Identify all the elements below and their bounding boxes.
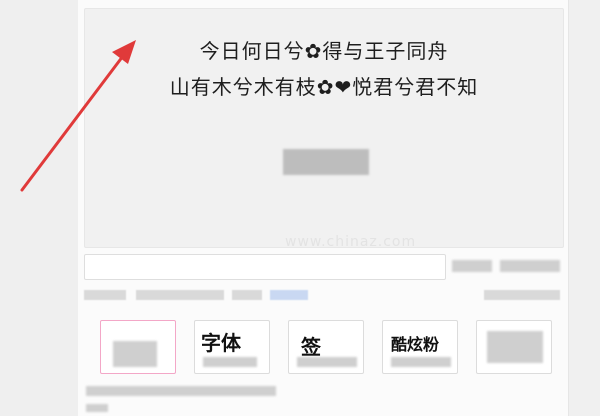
left-gutter <box>0 0 78 416</box>
thumbnail-1[interactable] <box>100 320 176 374</box>
blurred-footer-text <box>86 404 108 412</box>
blurred-button[interactable] <box>452 260 492 272</box>
toolbar-item-active[interactable] <box>270 290 308 300</box>
page: 今日何日兮✿得与王子同舟 山有木兮木有枝✿❤悦君兮君不知 www.chinaz.… <box>0 0 600 416</box>
thumbnail-blur <box>113 341 157 367</box>
toolbar-item[interactable] <box>136 290 224 300</box>
thumbnail-5[interactable] <box>476 320 552 374</box>
right-scroll-gutter[interactable] <box>568 0 600 416</box>
toolbar-item[interactable] <box>84 290 126 300</box>
text-input-field[interactable] <box>84 254 446 280</box>
toolbar-item[interactable] <box>232 290 262 300</box>
thumbnail-2[interactable]: 字体 <box>194 320 270 374</box>
thumbnail-4[interactable]: 酷炫粉 <box>382 320 458 374</box>
font-thumbnails: 字体 签 酷炫粉 <box>100 320 570 376</box>
thumbnail-3[interactable]: 签 <box>288 320 364 374</box>
thumbnail-label: 签 <box>301 335 321 359</box>
toolbar-item[interactable] <box>484 290 560 300</box>
text-preview-panel: 今日何日兮✿得与王子同舟 山有木兮木有枝✿❤悦君兮君不知 www.chinaz.… <box>84 8 564 250</box>
thumbnail-blur <box>297 357 357 367</box>
preview-line-2: 山有木兮木有枝✿❤悦君兮君不知 <box>169 75 479 99</box>
thumbnail-label: 字体 <box>201 331 241 355</box>
blurred-button[interactable] <box>500 260 560 272</box>
thumbnail-blur <box>391 357 451 367</box>
watermark: www.chinaz.com <box>285 234 417 250</box>
text-input[interactable] <box>85 255 445 279</box>
thumbnail-blur <box>487 331 543 363</box>
blurred-footer-text <box>86 386 276 396</box>
preview-line-1: 今日何日兮✿得与王子同舟 <box>199 39 449 63</box>
thumbnail-label: 酷炫粉 <box>391 335 440 354</box>
thumbnail-blur <box>203 357 257 367</box>
blurred-caption <box>283 149 369 175</box>
